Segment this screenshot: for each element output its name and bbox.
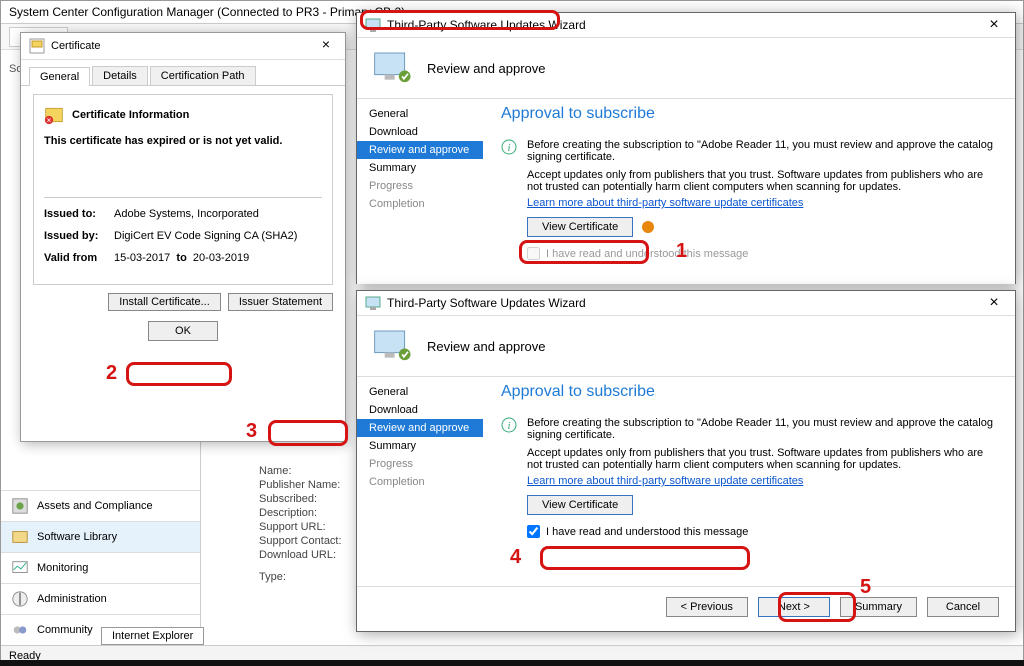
library-icon [11, 528, 29, 546]
wizard-close-button-2[interactable]: × [981, 294, 1007, 312]
nav-administration[interactable]: Administration [1, 583, 200, 614]
admin-icon [11, 590, 29, 608]
valid-from-label: Valid from [44, 252, 114, 264]
svg-text:i: i [507, 142, 510, 154]
cert-tab-general[interactable]: General [29, 67, 90, 86]
svg-text:✕: ✕ [46, 118, 52, 125]
wizard-steps-nav: General Download Review and approve Summ… [357, 99, 483, 284]
agree-checkbox-top [527, 247, 540, 260]
step-summary-2[interactable]: Summary [357, 437, 483, 455]
info-text-2b: Accept updates only from publishers that… [527, 447, 997, 471]
summary-button[interactable]: Summary [840, 597, 917, 617]
wizard-top: Third-Party Software Updates Wizard × Re… [356, 12, 1016, 284]
view-cert-button-top[interactable]: View Certificate [527, 217, 633, 237]
wizard-icon [365, 295, 381, 311]
wizard-title: Third-Party Software Updates Wizard [387, 18, 586, 32]
wizard-bottom: Third-Party Software Updates Wizard × Re… [356, 290, 1016, 632]
cert-warn-icon: ✕ [44, 105, 64, 125]
info-text-1b: Before creating the subscription to "Ado… [527, 417, 997, 441]
cert-info-block: ✕ Certificate Information This certifica… [33, 94, 333, 285]
agree-checkbox-bottom[interactable] [527, 525, 540, 538]
cancel-button[interactable]: Cancel [927, 597, 999, 617]
info-text-1: Before creating the subscription to "Ado… [527, 139, 997, 163]
wizard-title-2: Third-Party Software Updates Wizard [387, 296, 586, 310]
nav-assets[interactable]: Assets and Compliance [1, 490, 200, 521]
step-general-2[interactable]: General [357, 383, 483, 401]
step-download[interactable]: Download [357, 123, 483, 141]
cert-tab-certpath[interactable]: Certification Path [150, 66, 256, 85]
agree-label-top: I have read and understood this message [546, 248, 748, 260]
info-icon: i [501, 139, 517, 155]
cert-ok-button[interactable]: OK [148, 321, 218, 341]
nav-community-label: Community [37, 624, 93, 636]
wizard-icon [365, 17, 381, 33]
step-download-2[interactable]: Download [357, 401, 483, 419]
wizard-header-text: Review and approve [427, 61, 546, 76]
cert-title-bar: Certificate × [21, 33, 345, 60]
wizard-header-text-2: Review and approve [427, 339, 546, 354]
ie-tab[interactable]: Internet Explorer [101, 627, 204, 645]
nav-software-library[interactable]: Software Library [1, 521, 200, 552]
issued-by-value: DigiCert EV Code Signing CA (SHA2) [114, 230, 322, 242]
certificate-dialog: Certificate × General Details Certificat… [20, 32, 346, 442]
wizard-close-button[interactable]: × [981, 16, 1007, 34]
monitor-icon [373, 50, 413, 86]
issued-to-value: Adobe Systems, Incorporated [114, 208, 322, 220]
monitor-icon-2 [373, 328, 413, 364]
community-icon [11, 621, 29, 639]
nav-library-label: Software Library [37, 531, 117, 543]
approval-heading: Approval to subscribe [501, 105, 997, 123]
issuer-statement-button[interactable]: Issuer Statement [228, 293, 333, 311]
step-completion-2: Completion [357, 473, 483, 491]
cert-close-button[interactable]: × [315, 37, 337, 55]
cert-title: Certificate [51, 40, 101, 52]
svg-text:i: i [507, 420, 510, 432]
cert-tab-details[interactable]: Details [92, 66, 148, 85]
install-cert-button[interactable]: Install Certificate... [108, 293, 220, 311]
step-completion: Completion [357, 195, 483, 213]
cert-window-icon [29, 38, 45, 54]
wizard-footer: < Previous Next > Summary Cancel [357, 586, 1015, 627]
next-button[interactable]: Next > [758, 597, 830, 617]
nav-admin-label: Administration [37, 593, 107, 605]
monitoring-icon [11, 559, 29, 577]
step-progress: Progress [357, 177, 483, 195]
view-cert-button-bottom[interactable]: View Certificate [527, 495, 633, 515]
info-text-2: Accept updates only from publishers that… [527, 169, 997, 193]
step-summary[interactable]: Summary [357, 159, 483, 177]
step-progress-2: Progress [357, 455, 483, 473]
valid-range: 15-03-2017 to 20-03-2019 [114, 252, 322, 264]
orange-status-dot [642, 221, 654, 233]
prev-button[interactable]: < Previous [666, 597, 748, 617]
cert-tabs: General Details Certification Path [21, 60, 345, 86]
wizard-steps-nav-2: General Download Review and approve Summ… [357, 377, 483, 586]
step-review-2[interactable]: Review and approve [357, 419, 483, 437]
issued-to-label: Issued to: [44, 208, 114, 220]
agree-label-bottom: I have read and understood this message [546, 526, 748, 538]
step-review[interactable]: Review and approve [357, 141, 483, 159]
cert-info-title: Certificate Information [72, 109, 189, 121]
nav-assets-label: Assets and Compliance [37, 500, 153, 512]
learn-more-link[interactable]: Learn more about third-party software up… [527, 197, 803, 209]
issued-by-label: Issued by: [44, 230, 114, 242]
cert-expired-message: This certificate has expired or is not y… [44, 135, 322, 147]
assets-icon [11, 497, 29, 515]
taskbar [0, 660, 1024, 666]
step-general[interactable]: General [357, 105, 483, 123]
approval-heading-2: Approval to subscribe [501, 383, 997, 401]
nav-monitoring[interactable]: Monitoring [1, 552, 200, 583]
info-icon-2: i [501, 417, 517, 433]
learn-more-link-2[interactable]: Learn more about third-party software up… [527, 475, 803, 487]
nav-monitoring-label: Monitoring [37, 562, 88, 574]
